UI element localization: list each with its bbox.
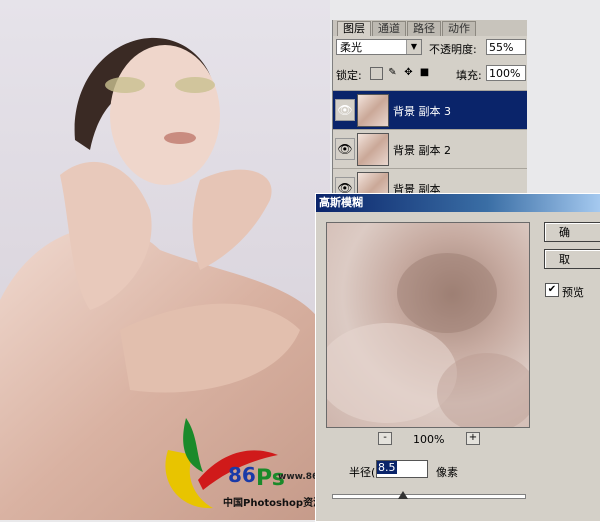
watermark-logo: 86 Ps www.86ps.com 中国Photoshop资源网 [158, 410, 330, 520]
lock-transparency-icon[interactable] [370, 67, 383, 80]
preview-checkbox[interactable]: ✔ [545, 283, 559, 297]
radius-slider[interactable] [332, 494, 526, 499]
opacity-input[interactable]: 55% [486, 39, 526, 55]
radius-unit: 像素 [436, 466, 458, 479]
zoom-in-button[interactable]: + [466, 432, 480, 445]
layer-thumbnail [357, 94, 389, 127]
layer-row[interactable]: 👁 背景 副本 3 [333, 90, 527, 129]
zoom-level: 100% [413, 433, 445, 446]
lock-brush-icon[interactable]: ✎ [387, 67, 398, 78]
logo-number: 86 [228, 463, 256, 487]
dialog-title[interactable]: 高斯模糊 [316, 194, 600, 212]
chevron-down-icon[interactable]: ▼ [406, 40, 421, 54]
lock-label: 锁定: [336, 69, 362, 82]
tab-actions[interactable]: 动作 [442, 21, 476, 36]
cancel-button[interactable]: 取 [544, 249, 600, 269]
eye-icon[interactable]: 👁 [335, 99, 355, 121]
tab-channels[interactable]: 通道 [372, 21, 406, 36]
photo-canvas: 86 Ps www.86ps.com 中国Photoshop资源网 [0, 0, 330, 520]
layers-panel: 图层 通道 路径 动作 柔光 ▼ 不透明度: 55% 锁定: ✎ ✥ ■ 填充:… [332, 20, 527, 210]
layer-name: 背景 副本 2 [393, 144, 451, 157]
tab-paths[interactable]: 路径 [407, 21, 441, 36]
radius-value: 8.5 [377, 461, 397, 474]
panel-tabs: 图层 通道 路径 动作 [333, 20, 527, 36]
opacity-label: 不透明度: [429, 43, 477, 56]
eye-icon[interactable]: 👁 [335, 138, 355, 160]
blend-row: 柔光 ▼ 不透明度: 55% [336, 39, 526, 57]
watermark-name: 中国Photoshop资源网 [223, 498, 330, 509]
layer-thumbnail [357, 133, 389, 166]
lock-move-icon[interactable]: ✥ [403, 67, 414, 78]
preview-image [327, 253, 529, 427]
fill-label: 填充: [456, 69, 482, 82]
blur-preview[interactable] [326, 222, 530, 428]
lock-row: 锁定: ✎ ✥ ■ 填充: 100% [336, 65, 526, 83]
blend-mode-select[interactable]: 柔光 ▼ [336, 39, 422, 55]
gaussian-blur-dialog: 高斯模糊 - 100% + 确 取 ✔ 预览 半径(R): 8.5 像素 [315, 193, 600, 522]
preview-label: 预览 [562, 286, 584, 299]
lock-all-icon[interactable]: ■ [419, 67, 430, 78]
radius-input[interactable]: 8.5 [376, 460, 428, 478]
layer-row[interactable]: 👁 背景 副本 2 [333, 129, 527, 168]
fill-input[interactable]: 100% [486, 65, 526, 81]
tab-layers[interactable]: 图层 [337, 21, 371, 36]
slider-thumb[interactable] [398, 491, 408, 499]
blend-mode-value: 柔光 [340, 41, 362, 54]
ok-button[interactable]: 确 [544, 222, 600, 242]
zoom-out-button[interactable]: - [378, 432, 392, 445]
layer-name: 背景 副本 3 [393, 105, 451, 118]
